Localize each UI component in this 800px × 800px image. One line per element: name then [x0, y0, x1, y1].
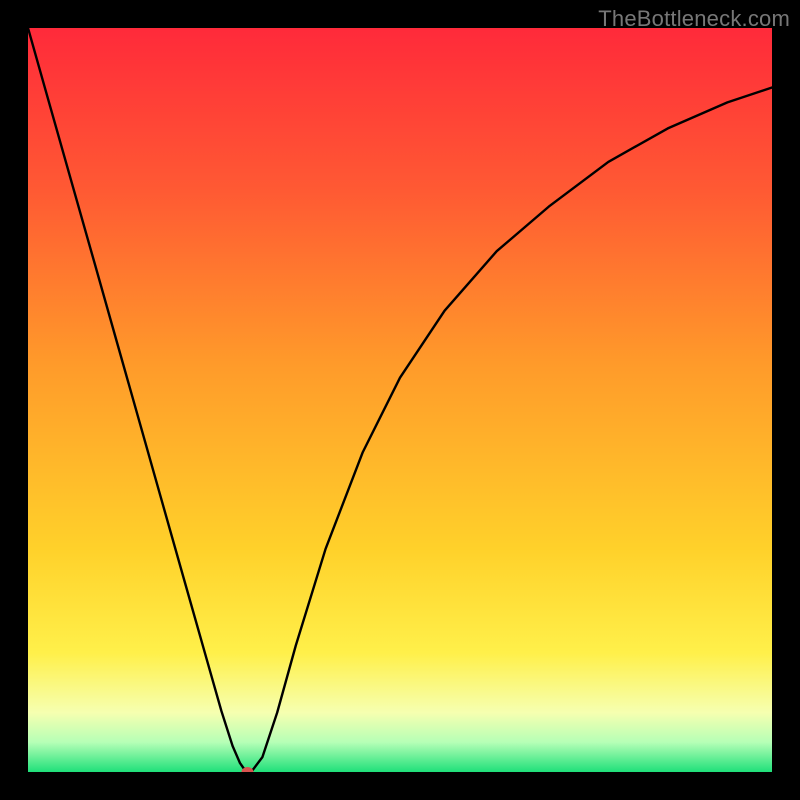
curve-path — [28, 28, 772, 772]
plot-area — [28, 28, 772, 772]
chart-frame: TheBottleneck.com — [0, 0, 800, 800]
bottleneck-curve — [28, 28, 772, 772]
watermark-text: TheBottleneck.com — [598, 6, 790, 32]
